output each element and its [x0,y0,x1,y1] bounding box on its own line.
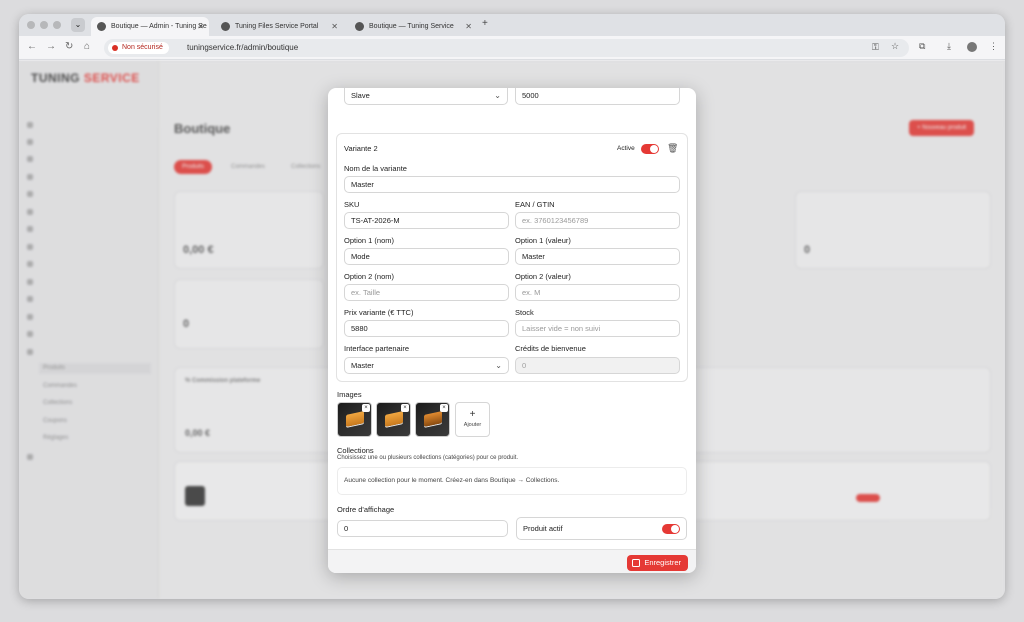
browser-tab-active[interactable]: Boutique — Admin - Tuning Se ✕ [91,17,209,36]
download-icon[interactable]: ⤓ [947,41,951,52]
collections-empty-box: Aucune collection pour le moment. Créez-… [337,467,687,495]
floppy-disk-icon [632,559,641,567]
trash-icon[interactable]: 🗑 [667,143,678,154]
maximize-window-button[interactable] [53,21,61,29]
browser-tab[interactable]: Boutique — Tuning Service ✕ [349,17,477,36]
select-value: Slave [351,91,370,100]
extensions-icon[interactable]: ⧉ [919,41,925,52]
ean-input[interactable]: ex. 3760123456789 [515,212,680,229]
variant-price-label: Prix variante (€ TTC) [344,308,414,317]
key-icon[interactable]: ⚿ [872,42,879,53]
partner-interface-select[interactable]: Master ⌄ [344,357,509,374]
browser-tab[interactable]: Tuning Files Service Portal ✕ [215,17,343,36]
option2-name-input[interactable]: ex. Taille [344,284,509,301]
profile-avatar-icon[interactable] [967,42,977,52]
url-text[interactable]: tuningservice.fr/admin/boutique [187,42,298,54]
product-image-thumb[interactable]: × [337,402,372,437]
collections-label: Collections [337,446,374,455]
option1-name-label: Option 1 (nom) [344,236,395,245]
variant-active-toggle[interactable] [641,144,659,154]
ean-label: EAN / GTIN [515,200,555,209]
delete-image-icon[interactable]: × [362,404,370,412]
option2-value-input[interactable]: ex. M [515,284,680,301]
chevron-down-icon: ⌄ [494,91,501,100]
top-select[interactable]: Slave ⌄ [344,88,508,105]
top-input[interactable]: 5000 [515,88,680,105]
home-icon[interactable]: ⌂ [84,41,90,52]
edit-product-modal: Slave ⌄ 5000 Variante 2 Active 🗑 Nom de … [328,88,696,573]
welcome-credits-label: Crédits de bienvenue [515,344,586,353]
tab-favicon-icon [221,22,230,31]
back-arrow-icon[interactable]: ← [27,41,37,52]
forward-arrow-icon[interactable]: → [46,41,56,52]
address-bar[interactable]: Non sécurisé tuningservice.fr/admin/bout… [104,39,909,57]
product-image-thumb[interactable]: × [415,402,450,437]
variant-price-input[interactable]: 5880 [344,320,509,337]
delete-image-icon[interactable]: × [401,404,409,412]
welcome-credits-input: 0 [515,357,680,374]
close-window-button[interactable] [27,21,35,29]
select-value: Master [351,361,374,370]
tab-label: Tuning Files Service Portal [235,23,319,30]
tab-close-icon[interactable]: ✕ [465,17,472,36]
option1-value-input[interactable]: Master [515,248,680,265]
images-label: Images [337,390,362,399]
chevron-down-icon: ⌄ [495,361,502,370]
more-menu-icon[interactable]: ⋮ [989,41,998,52]
option1-value-label: Option 1 (valeur) [515,236,571,245]
new-tab-icon[interactable]: + [482,18,488,29]
product-image-thumb[interactable]: × [376,402,411,437]
display-order-input[interactable]: 0 [337,520,508,537]
tab-label: Boutique — Tuning Service [369,23,454,30]
security-label: Non sécurisé [122,44,163,51]
minimize-window-button[interactable] [40,21,48,29]
tab-close-icon[interactable]: ✕ [197,17,204,36]
stock-input[interactable]: Laisser vide = non suivi [515,320,680,337]
add-image-label: Ajouter [463,422,482,428]
tab-label: Boutique — Admin - Tuning Se [111,23,207,30]
sku-input[interactable]: TS-AT-2026-M [344,212,509,229]
product-active-label: Produit actif [523,524,563,533]
browser-toolbar: ← → ↻ ⌂ Non sécurisé tuningservice.fr/ad… [19,36,1005,60]
tab-close-icon[interactable]: ✕ [331,17,338,36]
option2-value-label: Option 2 (valeur) [515,272,571,281]
variant-name-label: Nom de la variante [344,164,407,173]
partner-interface-label: Interface partenaire [344,344,410,353]
browser-window: ⌄ Boutique — Admin - Tuning Se ✕ Tuning … [19,14,1005,599]
modal-footer: Enregistrer [328,549,696,573]
bookmark-star-icon[interactable]: ☆ [891,41,899,52]
stock-label: Stock [515,308,534,317]
variant-active-label: Active [617,145,635,152]
option2-name-label: Option 2 (nom) [344,272,395,281]
tab-search-button[interactable]: ⌄ [71,18,85,32]
collections-help: Choisissez une ou plusieurs collections … [337,455,519,461]
variant-title: Variante 2 [344,144,378,153]
tab-bar: ⌄ Boutique — Admin - Tuning Se ✕ Tuning … [19,14,1005,36]
variant-name-input[interactable]: Master [344,176,680,193]
sku-label: SKU [344,200,360,209]
display-order-label: Ordre d'affichage [337,505,395,514]
security-badge[interactable]: Non sécurisé [108,42,169,54]
plus-icon: + [469,409,476,420]
reload-icon[interactable]: ↻ [65,41,73,52]
tab-favicon-icon [97,22,106,31]
option1-name-input[interactable]: Mode [344,248,509,265]
delete-image-icon[interactable]: × [440,404,448,412]
add-image-button[interactable]: + Ajouter [455,402,490,437]
tab-favicon-icon [355,22,364,31]
warning-icon [112,45,118,51]
save-button[interactable]: Enregistrer [627,555,688,571]
product-active-toggle[interactable] [662,524,680,534]
save-button-label: Enregistrer [644,558,681,567]
